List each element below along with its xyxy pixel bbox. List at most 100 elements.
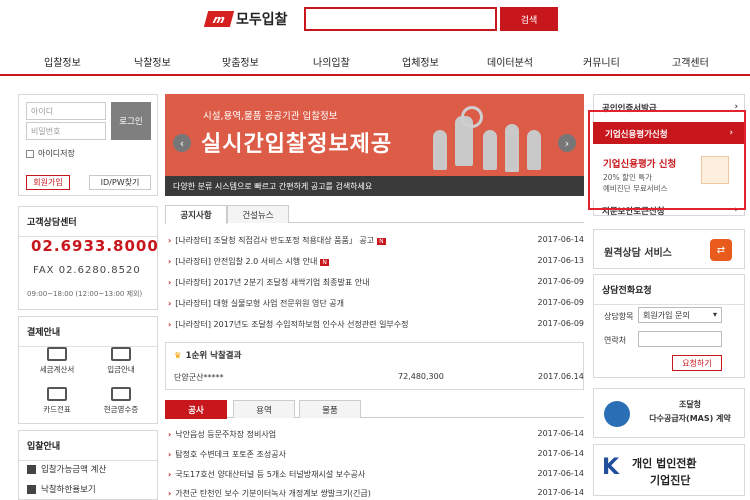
notice-row[interactable]: [나라장터] 2017년도 조달청 수입적하보험 인수사 선정관련 일부수정 20… <box>168 319 584 330</box>
bid-amount: 72,480,300 <box>398 372 444 381</box>
payment-panel: 결제안내 세금계산서 입금안내 카드전표 현금영수증 <box>18 316 158 424</box>
nav-item-custom-info[interactable]: 맞춤정보 <box>222 54 259 69</box>
logo-mark-icon: m <box>203 11 235 27</box>
login-button[interactable]: 로그인 <box>111 102 151 140</box>
top-bid-result: 1순위 낙찰결과 단양군산***** 72,480,300 2017.06.14 <box>165 342 584 390</box>
guide-item-rate[interactable]: 낙찰하한율보기 <box>27 483 96 495</box>
work-row[interactable]: 낙안읍성 등문주차장 정비사업 2017-06-14 <box>168 429 584 440</box>
bid-company[interactable]: 단양군산***** <box>174 372 223 383</box>
work-row[interactable]: 가천군 탄천인 보수 기분이터녹사 개정계보 쌍발크기(긴급) 2017-06-1… <box>168 488 584 499</box>
tab-construction-news[interactable]: 건설뉴스 <box>227 205 289 223</box>
mas-line2: 다수공급자(MAS) 계약 <box>649 414 731 423</box>
banner-prev-icon[interactable]: ‹ <box>173 134 191 152</box>
mas-logo-icon <box>604 401 630 427</box>
bid-date: 2017.06.14 <box>538 372 584 381</box>
work-date: 2017-06-14 <box>537 488 585 497</box>
notice-date: 2017-06-13 <box>537 256 585 265</box>
tab-goods[interactable]: 물품 <box>299 400 361 418</box>
corp-conversion-banner[interactable]: K 개인 법인전환 기업진단 <box>593 444 745 496</box>
banner-caption: 다양한 분류 시스템으로 빠르고 간편하게 공고를 검색하세요 <box>165 176 584 196</box>
corp-line1: 개인 법인전환 <box>632 457 697 470</box>
highlight-frame <box>588 110 746 210</box>
remote-support-banner[interactable]: 원격상담 서비스 ⇄ <box>593 229 745 269</box>
contact-input[interactable] <box>638 331 722 347</box>
nav-item-customer-center[interactable]: 고객센터 <box>672 54 709 69</box>
item-select-value: 회원가입 문의 <box>643 311 690 320</box>
guide-item-label: 입찰가능금액 계산 <box>41 465 107 475</box>
new-badge: N <box>320 259 329 266</box>
nav-item-my-bid[interactable]: 나의입찰 <box>313 54 350 69</box>
join-button[interactable]: 회원가입 <box>26 175 70 190</box>
work-date: 2017-06-14 <box>537 449 585 458</box>
notice-row[interactable]: [나라장터] 안전입찰 2.0 서비스 시행 안내N 2017-06-13 <box>168 256 584 267</box>
deposit-info-link[interactable]: 입금안내 <box>91 347 151 375</box>
item-label: 상담항목 <box>604 312 634 321</box>
save-id-checkbox[interactable]: 아이디저장 <box>26 148 75 159</box>
calc-icon <box>27 464 36 474</box>
call-request-panel: 상담전화요청 상담항목 회원가입 문의 ▾ 연락처 요청하기 <box>593 274 745 378</box>
work-title: 낙안읍성 등문주차장 정비사업 <box>168 429 276 440</box>
main-nav: 입찰정보 낙찰정보 맞춤정보 나의입찰 업체정보 데이터분석 커뮤니티 고객센터 <box>0 44 750 76</box>
customer-center-panel: 고객상담센터 02.6933.8000 FAX 02.6280.8520 09:… <box>18 206 158 310</box>
notice-title: [나라장터] 대형 실물모형 사업 전문위원 영단 공개 <box>168 298 344 309</box>
id-input[interactable]: 아이디 <box>26 102 106 120</box>
work-title: 탐정호 수변데크 포토존 조성공사 <box>168 449 286 460</box>
contact-label: 연락처 <box>604 336 627 345</box>
mas-line1: 조달청 <box>678 400 702 409</box>
work-date: 2017-06-14 <box>537 469 585 478</box>
search-input[interactable] <box>304 7 497 31</box>
guide-item-calc[interactable]: 입찰가능금액 계산 <box>27 463 106 475</box>
cash-receipt-label: 현금영수증 <box>103 405 139 414</box>
search-button[interactable]: 검색 <box>500 7 558 31</box>
work-row[interactable]: 탐정호 수변데크 포토존 조성공사 2017-06-14 <box>168 449 584 460</box>
request-button[interactable]: 요청하기 <box>672 355 722 371</box>
notice-row[interactable]: [나라장터] 조달청 직접검사 반도포정 적용대상 품품」 공고N 2017-06… <box>168 235 584 246</box>
magnifier-icon <box>461 106 483 128</box>
k-logo-icon: K <box>602 455 620 480</box>
work-date: 2017-06-14 <box>537 429 585 438</box>
cs-fax: FAX 02.6280.8520 <box>33 265 141 276</box>
nav-item-company-info[interactable]: 업체정보 <box>402 54 439 69</box>
site-logo[interactable]: m 모두입찰 <box>203 8 296 30</box>
mas-banner[interactable]: 조달청 다수공급자(MAS) 계약 <box>593 388 745 438</box>
notice-row[interactable]: [나라장터] 2017년 2분기 조달청 새싹기업 최종발표 안내 2017-06… <box>168 277 584 288</box>
banner-next-icon[interactable]: › <box>558 134 576 152</box>
tab-service[interactable]: 용역 <box>233 400 295 418</box>
person-icon <box>483 130 497 170</box>
nav-item-community[interactable]: 커뮤니티 <box>583 54 620 69</box>
card-icon <box>47 387 67 401</box>
tab-notice[interactable]: 공지사항 <box>165 205 227 224</box>
tab-construction[interactable]: 공사 <box>165 400 227 419</box>
logo-text: 모두입찰 <box>236 12 288 28</box>
nav-item-award-info[interactable]: 낙찰정보 <box>134 54 171 69</box>
guide-title: 입찰안내 <box>19 431 157 461</box>
cs-hours: 09:00~18:00 (12:00~13:00 제외) <box>27 290 143 298</box>
find-idpw-button[interactable]: ID/PW찾기 <box>89 175 151 190</box>
receipt-icon <box>111 387 131 401</box>
banner-title: 실시간입찰정보제공 <box>201 132 393 157</box>
main-banner[interactable]: 시설,용역,물품 공공기관 입찰정보 실시간입찰정보제공 ‹ › 다양한 분류 … <box>165 94 584 196</box>
work-row[interactable]: 국도17호선 양대산터널 등 5개소 터널방재시설 보수공사 2017-06-14 <box>168 469 584 480</box>
notice-title: [나라장터] 2017년 2분기 조달청 새싹기업 최종발표 안내 <box>168 277 369 288</box>
nav-item-bid-info[interactable]: 입찰정보 <box>44 54 81 69</box>
corp-line2: 기업진단 <box>650 474 691 487</box>
tax-invoice-link[interactable]: 세금계산서 <box>27 347 87 375</box>
notice-row[interactable]: [나라장터] 대형 실물모형 사업 전문위원 영단 공개 2017-06-09 <box>168 298 584 309</box>
save-id-label: 아이디저장 <box>38 149 75 158</box>
cs-title: 고객상담센터 <box>19 207 157 237</box>
work-title: 가천군 탄천인 보수 기분이터녹사 개정계보 쌍발크기(긴급) <box>168 488 371 499</box>
notice-date: 2017-06-14 <box>537 235 585 244</box>
item-select[interactable]: 회원가입 문의 ▾ <box>638 307 722 323</box>
cash-receipt-link[interactable]: 현금영수증 <box>91 387 151 415</box>
chevron-down-icon: ▾ <box>712 310 717 319</box>
bank-icon <box>111 347 131 361</box>
nav-item-data-analysis[interactable]: 데이터분석 <box>487 54 533 69</box>
calculator-icon <box>47 347 67 361</box>
login-panel: 아이디 비밀번호 로그인 아이디저장 회원가입 ID/PW찾기 <box>18 94 158 196</box>
password-input[interactable]: 비밀번호 <box>26 122 106 140</box>
bid-title: 1순위 낙찰결과 <box>174 349 242 361</box>
card-receipt-link[interactable]: 카드전표 <box>27 387 87 415</box>
notice-date: 2017-06-09 <box>537 277 585 286</box>
bid-guide-panel: 입찰안내 입찰가능금액 계산 낙찰하한율보기 <box>18 430 158 500</box>
work-title: 국도17호선 양대산터널 등 5개소 터널방재시설 보수공사 <box>168 469 365 480</box>
